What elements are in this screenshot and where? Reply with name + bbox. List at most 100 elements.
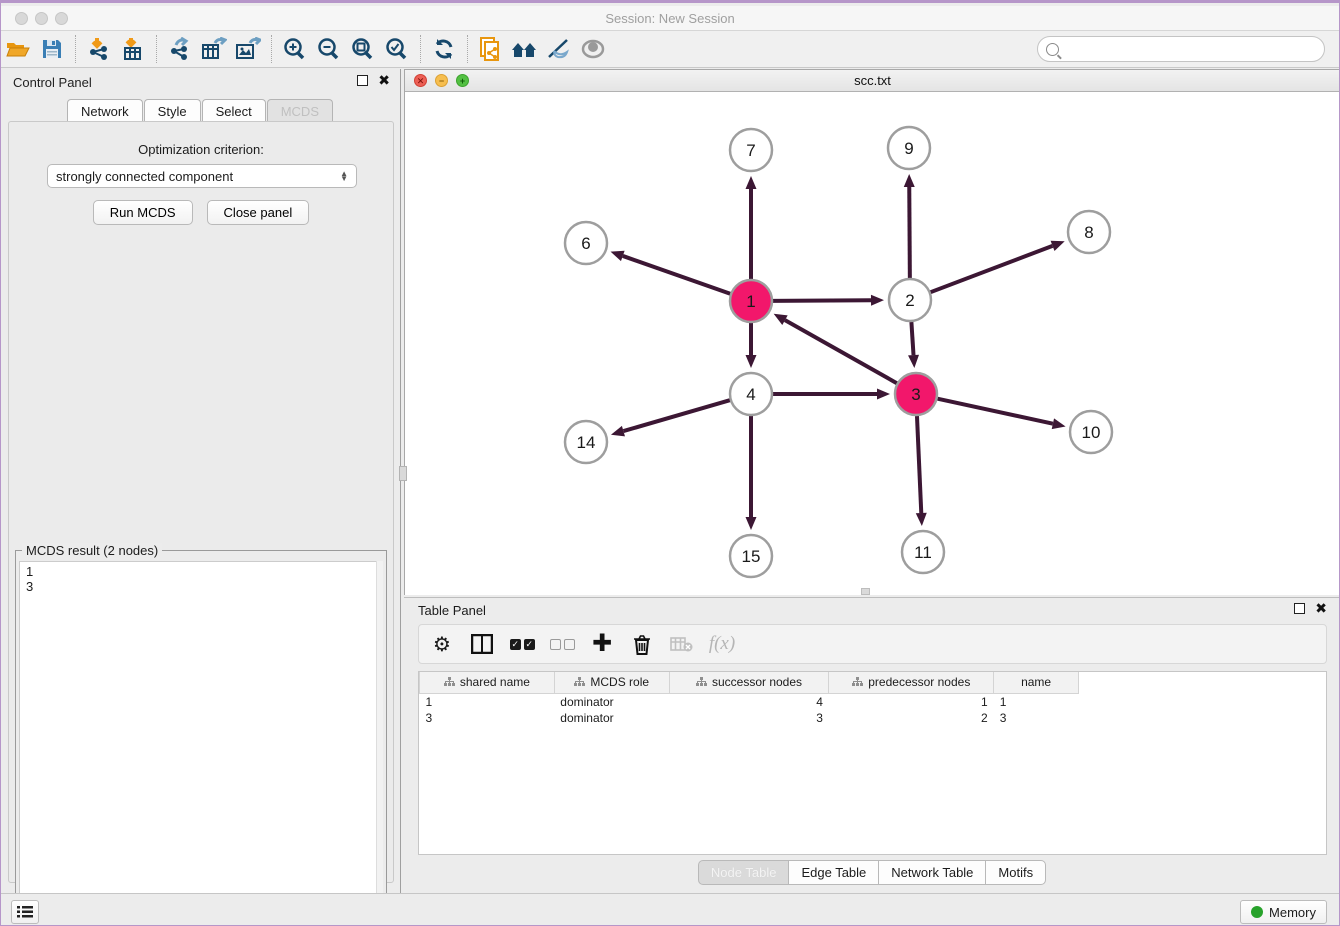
search-input[interactable] [1064,42,1324,57]
column-header[interactable]: name [994,672,1079,693]
graph-edge[interactable] [931,246,1053,292]
edge-arrowhead [908,355,919,368]
zoom-fit-icon[interactable] [346,34,380,64]
graph-node-label: 15 [742,547,761,566]
tab-mcds[interactable]: MCDS [267,99,333,123]
hide-details-icon[interactable] [542,34,576,64]
export-network-icon[interactable] [163,34,197,64]
column-header[interactable]: predecessor nodes [829,672,994,693]
table-panel-float-icon[interactable] [1294,603,1305,614]
graph-node-label: 9 [904,139,913,158]
status-bar: Memory [1,893,1339,926]
column-header[interactable]: MCDS role [554,672,669,693]
canvas-resize-handle[interactable] [861,588,870,595]
show-details-icon[interactable] [576,34,610,64]
table-panel-close-icon[interactable]: ✖ [1315,603,1327,614]
control-panel-tabs: Network Style Select MCDS [1,99,400,123]
show-columns-icon[interactable] [469,632,495,656]
tree-column-icon [696,677,707,687]
graph-edge[interactable] [623,256,730,294]
graph-edge[interactable] [623,400,729,431]
run-mcds-button[interactable]: Run MCDS [93,200,193,225]
zoom-in-icon[interactable] [278,34,312,64]
node-table[interactable]: shared nameMCDS rolesuccessor nodesprede… [418,671,1327,855]
table-settings-gear-icon[interactable]: ⚙ [429,632,455,656]
tab-network[interactable]: Network [67,99,143,123]
table-panel: Table Panel ✖ ⚙ ✚ f(x) shared nameMCDS r… [404,597,1340,893]
window-title: Session: New Session [1,11,1339,26]
optimization-criterion-label: Optimization criterion: [9,142,393,157]
control-panel-close-icon[interactable]: ✖ [378,75,390,86]
graph-node-label: 8 [1084,223,1093,242]
tab-motifs[interactable]: Motifs [985,860,1046,885]
memory-button[interactable]: Memory [1240,900,1327,924]
refresh-icon[interactable] [427,34,461,64]
tab-style[interactable]: Style [144,99,201,123]
node-table-grid: shared nameMCDS rolesuccessor nodesprede… [419,672,1079,726]
edge-arrowhead [746,517,757,530]
toolbar-separator [75,35,76,63]
save-session-icon[interactable] [35,34,69,64]
select-spinner-icon: ▲▼ [340,171,348,181]
node-table-header: shared nameMCDS rolesuccessor nodesprede… [420,672,1079,693]
task-history-button[interactable] [11,900,39,924]
tree-column-icon [852,677,863,687]
delete-column-icon[interactable] [629,632,655,656]
tab-select[interactable]: Select [202,99,266,123]
control-panel-float-icon[interactable] [357,75,368,86]
function-builder-icon: f(x) [709,632,735,656]
graph-edge[interactable] [917,416,921,513]
graph-edge[interactable] [773,300,871,301]
duplicate-network-icon[interactable] [474,34,508,64]
export-table-icon[interactable] [197,34,231,64]
network-view-window: ✕ − + scc.txt 7968124314101511 [404,69,1340,595]
deselect-all-icon[interactable] [549,632,575,656]
window-titlebar: Session: New Session [1,6,1339,31]
memory-status-icon [1251,906,1263,918]
graph-edge[interactable] [909,187,910,278]
import-network-icon[interactable] [82,34,116,64]
tree-column-icon [444,677,455,687]
add-column-icon[interactable]: ✚ [589,632,615,656]
column-header[interactable]: shared name [420,672,555,693]
mcds-result-group: MCDS result (2 nodes) 1 3 [15,550,387,926]
zoom-out-icon[interactable] [312,34,346,64]
network-graph[interactable]: 7968124314101511 [405,92,1340,595]
mcds-panel: Optimization criterion: strongly connect… [8,121,394,883]
graph-node-label: 10 [1082,423,1101,442]
graph-edge[interactable] [911,322,913,355]
select-all-icon[interactable] [509,632,535,656]
app-window: Session: New Session [0,0,1340,926]
search-icon [1046,43,1059,56]
toolbar-separator [271,35,272,63]
control-panel: Control Panel ✖ Network Style Select MCD… [1,69,401,893]
edge-arrowhead [877,389,890,400]
network-window-titlebar[interactable]: ✕ − + scc.txt [405,70,1340,92]
edge-arrowhead [611,426,625,437]
memory-label: Memory [1269,905,1316,920]
graph-edge[interactable] [937,399,1052,424]
edge-arrowhead [746,176,757,189]
open-session-icon[interactable] [1,34,35,64]
tab-network-table[interactable]: Network Table [878,860,986,885]
graph-edge[interactable] [785,320,897,383]
column-header[interactable]: successor nodes [669,672,829,693]
search-box [1037,36,1325,62]
cybrowser-home-icon[interactable] [508,34,542,64]
tab-node-table[interactable]: Node Table [698,860,790,885]
table-row[interactable]: 1dominator411 [420,693,1079,710]
tab-edge-table[interactable]: Edge Table [788,860,879,885]
mcds-result-text: 1 3 [19,561,383,926]
graph-node-label: 3 [911,385,920,404]
optimization-criterion-value: strongly connected component [56,169,340,184]
optimization-criterion-select[interactable]: strongly connected component ▲▼ [47,164,357,188]
zoom-selected-icon[interactable] [380,34,414,64]
import-table-icon[interactable] [116,34,150,64]
panel-splitter-handle[interactable] [399,466,407,481]
graph-node-label: 2 [905,291,914,310]
export-image-icon[interactable] [231,34,265,64]
table-row[interactable]: 3dominator323 [420,710,1079,726]
result-scrollbar[interactable] [376,561,383,926]
graph-node-label: 14 [577,433,596,452]
close-panel-button[interactable]: Close panel [207,200,310,225]
